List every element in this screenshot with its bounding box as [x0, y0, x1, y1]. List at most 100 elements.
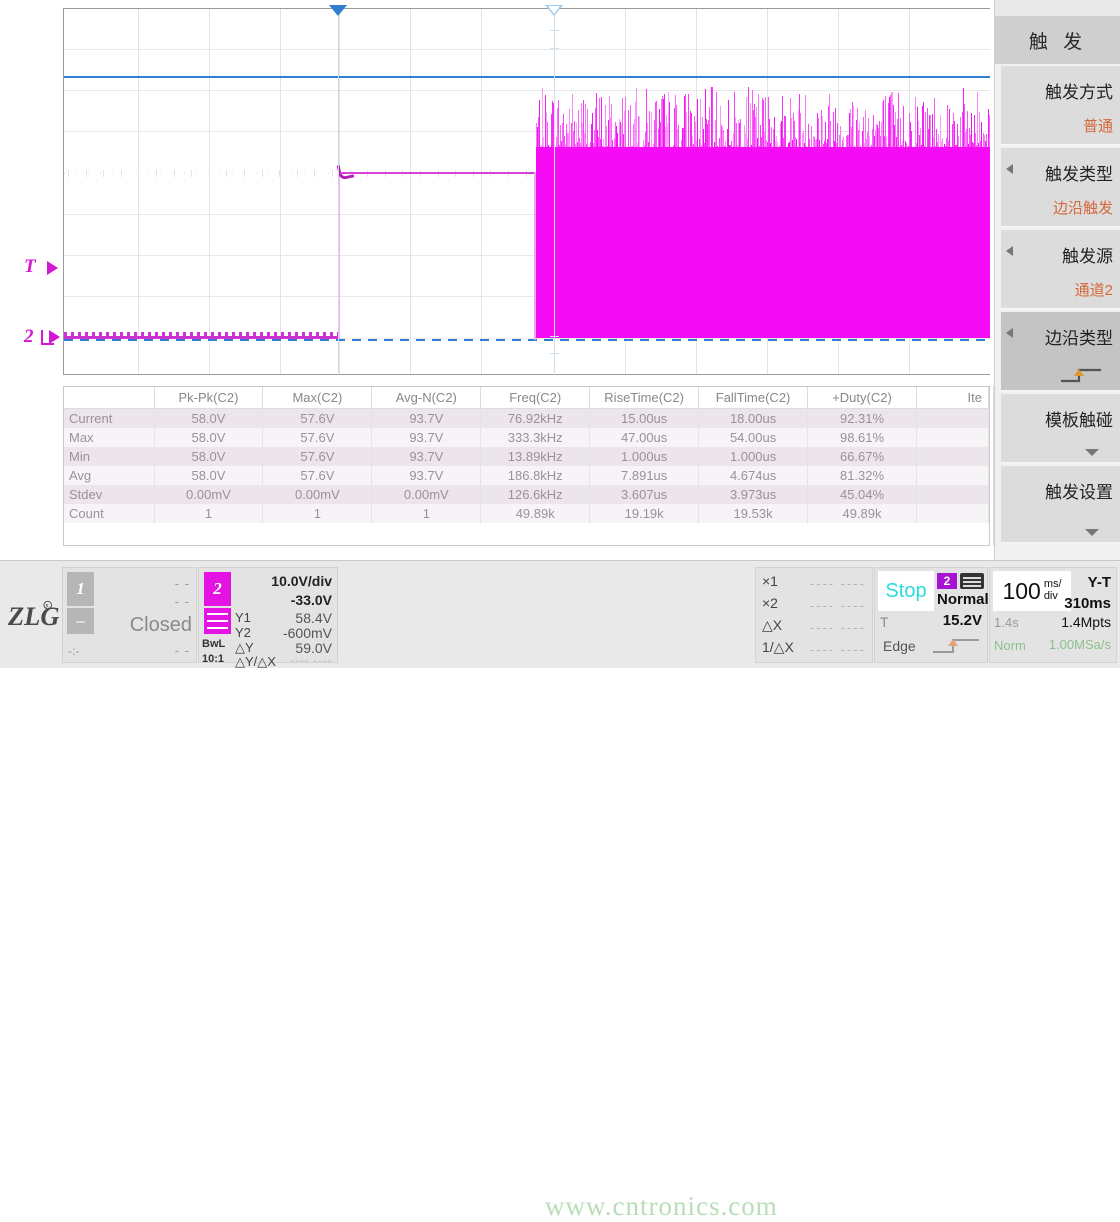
measurement-table[interactable]: Pk-Pk(C2)Max(C2)Avg-N(C2)Freq(C2)RiseTim… — [63, 386, 990, 546]
trigger-level-value: 15.2V — [943, 612, 982, 629]
channel1-row2: - - — [175, 594, 190, 609]
table-column-header[interactable]: +Duty(C2) — [808, 387, 917, 409]
axis-tick — [209, 170, 210, 177]
watermark: www.cntronics.com — [545, 1191, 778, 1222]
table-row-label: Stdev — [64, 485, 154, 504]
table-cell: 54.00us — [699, 428, 808, 447]
table-cell — [917, 504, 989, 523]
trace-segment-high — [340, 172, 536, 174]
chevron-down-icon[interactable] — [1085, 529, 1099, 536]
trigger-position-marker[interactable] — [329, 5, 347, 16]
table-cell: 1 — [263, 504, 372, 523]
reference-line-blue — [64, 76, 990, 78]
menu-item-label: 触发类型 — [1045, 160, 1113, 185]
reference-position-marker[interactable] — [545, 5, 563, 16]
sample-rate: 1.00MSa/s — [1049, 637, 1111, 652]
table-column-header[interactable]: RiseTime(C2) — [590, 387, 699, 409]
table-cell: 333.3kHz — [481, 428, 590, 447]
reference-position-line — [554, 16, 555, 375]
channel1-badge-secondary[interactable]: – — [67, 608, 94, 634]
channel1-bottom-right: - - — [175, 643, 190, 658]
menu-item-label: 模板触碰 — [1045, 406, 1113, 431]
table-row[interactable]: Current58.0V57.6V93.7V76.92kHz15.00us18.… — [64, 409, 989, 429]
run-stop-indicator[interactable]: Stop — [878, 571, 934, 611]
trigger-status-box[interactable]: Stop 2 Normal T 15.2V Edge — [874, 567, 988, 663]
menu-item-label: 触发设置 — [1045, 478, 1113, 503]
axis-tick — [297, 170, 298, 177]
axis-tick — [68, 170, 69, 177]
cursor-invdx-label: 1/△X — [762, 639, 794, 656]
table-row[interactable]: Max58.0V57.6V93.7V333.3kHz47.00us54.00us… — [64, 428, 989, 447]
table-cell: 3.973us — [699, 485, 808, 504]
trigger-menu-item-5[interactable]: 模板触碰 — [1001, 394, 1120, 464]
table-cell: 57.6V — [263, 447, 372, 466]
channel1-bottom-left: -:- — [68, 644, 79, 658]
trigger-source-chip[interactable]: 2 — [937, 573, 957, 589]
axis-tick — [103, 170, 104, 177]
cursor-dx-label: △X — [762, 617, 782, 634]
timebase-box[interactable]: 100 ms/ div Y-T 310ms 1.4s 1.4Mpts Norm … — [989, 567, 1117, 663]
channel2-info-box[interactable]: 2 10.0V/div -33.0V Y1 58.4V Y2 -600mV △Y… — [198, 567, 338, 663]
table-cell: 58.0V — [154, 447, 263, 466]
trigger-level-marker-arrow[interactable] — [47, 261, 58, 275]
timebase-delay: 310ms — [1064, 595, 1111, 612]
channel2-probe-ratio[interactable]: 10:1 — [202, 653, 224, 665]
trigger-position-line — [338, 16, 339, 375]
channel2-badge[interactable]: 2 — [204, 572, 231, 606]
channel2-offset-marker-arrow[interactable] — [49, 330, 60, 344]
table-cell: 1.000us — [699, 447, 808, 466]
table-column-header[interactable] — [64, 387, 154, 409]
chevron-left-icon[interactable] — [1006, 328, 1013, 338]
channel2-y2-value: -600mV — [283, 625, 332, 641]
trigger-mode-icon[interactable] — [960, 573, 984, 589]
reference-cross-tick — [550, 48, 559, 49]
channel1-info-box[interactable]: 1 – - - - - Closed -:- - - — [62, 567, 197, 663]
channel1-badge[interactable]: 1 — [67, 572, 94, 606]
table-column-header[interactable]: Max(C2) — [263, 387, 372, 409]
channel2-bandwidth-limit[interactable]: BwL — [202, 638, 225, 650]
table-row-label: Current — [64, 409, 154, 429]
table-column-header[interactable]: Ite — [917, 387, 989, 409]
chevron-down-icon[interactable] — [1085, 449, 1099, 456]
grid-line-h — [64, 49, 990, 50]
table-row[interactable]: Count11149.89k19.19k19.53k49.89k — [64, 504, 989, 523]
timebase-unit: ms/ div — [1044, 579, 1062, 602]
timebase-unit-bottom: div — [1044, 590, 1058, 602]
menu-item-value: 边沿触发 — [1053, 197, 1113, 218]
trigger-menu-item-6[interactable]: 触发设置 — [1001, 466, 1120, 544]
timebase-scale-display[interactable]: 100 ms/ div — [993, 571, 1071, 611]
table-row[interactable]: Min58.0V57.6V93.7V13.89kHz1.000us1.000us… — [64, 447, 989, 466]
table-row[interactable]: Avg58.0V57.6V93.7V186.8kHz7.891us4.674us… — [64, 466, 989, 485]
table-cell: 57.6V — [263, 466, 372, 485]
cursor-readout-box: ×1 ---- ---- ×2 ---- ---- △X ---- ---- 1… — [755, 567, 873, 663]
waveform-grid[interactable] — [63, 8, 990, 375]
table-column-header[interactable]: FallTime(C2) — [699, 387, 808, 409]
channel2-coupling-badge[interactable] — [204, 608, 231, 634]
axis-tick — [191, 170, 192, 177]
grid-line-v — [481, 9, 482, 374]
table-column-header[interactable]: Freq(C2) — [481, 387, 590, 409]
grid-line-v — [410, 9, 411, 374]
waveform-burst-block — [536, 87, 990, 338]
trigger-menu-item-2[interactable]: 触发类型边沿触发 — [1001, 148, 1120, 228]
chevron-left-icon[interactable] — [1006, 246, 1013, 256]
table-cell: 7.891us — [590, 466, 699, 485]
axis-tick — [314, 170, 315, 177]
measurement-table-head: Pk-Pk(C2)Max(C2)Avg-N(C2)Freq(C2)RiseTim… — [64, 387, 989, 409]
cursor-x1-label: ×1 — [762, 573, 778, 589]
trigger-menu-panel[interactable]: 触 发 触发方式普通触发类型边沿触发触发源通道2边沿类型模板触碰触发设置 — [994, 0, 1120, 560]
table-cell — [917, 485, 989, 504]
trigger-menu-item-4[interactable]: 边沿类型 — [1001, 312, 1120, 392]
cursor-x2-value: ---- ---- — [810, 598, 866, 613]
channel2-y1-value: 58.4V — [295, 610, 332, 626]
table-cell — [917, 409, 989, 429]
table-column-header[interactable]: Avg-N(C2) — [372, 387, 481, 409]
panel-top-strip — [995, 0, 1120, 17]
table-row[interactable]: Stdev0.00mV0.00mV0.00mV126.6kHz3.607us3.… — [64, 485, 989, 504]
table-column-header[interactable]: Pk-Pk(C2) — [154, 387, 263, 409]
chevron-left-icon[interactable] — [1006, 164, 1013, 174]
table-cell: 93.7V — [372, 409, 481, 429]
trigger-menu-item-1[interactable]: 触发方式普通 — [1001, 66, 1120, 146]
reference-cross-tick — [550, 353, 559, 354]
trigger-menu-item-3[interactable]: 触发源通道2 — [1001, 230, 1120, 310]
